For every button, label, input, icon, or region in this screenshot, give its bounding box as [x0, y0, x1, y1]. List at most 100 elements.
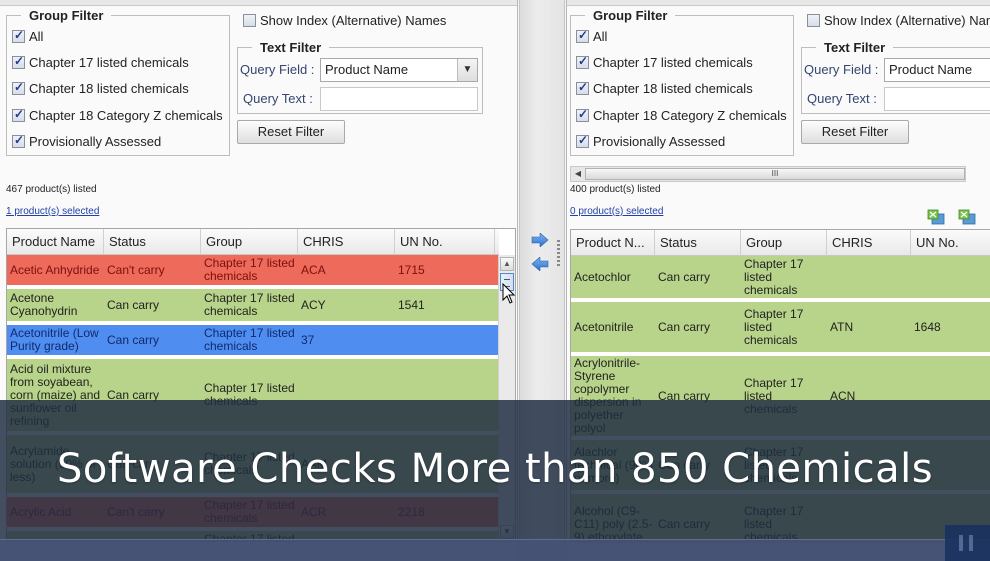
group-filter-option[interactable]: Provisionally Assessed [12, 133, 162, 149]
column-header[interactable]: Group [201, 229, 298, 255]
grid-header: Product Name Status Group CHRIS UN No. [7, 229, 499, 255]
cell-group: Chapter 17 listed chemicals [744, 257, 804, 297]
group-filter-legend: Group Filter [593, 8, 668, 23]
cell-name: Acetochlor [574, 270, 631, 284]
checkbox-box[interactable] [12, 133, 25, 148]
show-index-names-label: Show Index (Alternative) Names [824, 13, 990, 28]
products-selected-link[interactable]: 0 product(s) selected [570, 206, 663, 217]
hscroll-thumb[interactable]: III [585, 168, 965, 180]
group-filter-option-label: Chapter 18 Category Z chemicals [29, 108, 223, 123]
group-filter-option-label: Chapter 18 Category Z chemicals [593, 108, 787, 123]
checkbox-box[interactable] [12, 80, 25, 95]
checkbox-box[interactable] [12, 54, 25, 69]
group-filter-option-label: All [593, 29, 608, 44]
group-filter-option[interactable]: Chapter 18 listed chemicals [576, 80, 753, 96]
cell-status: Can't carry [107, 263, 165, 277]
cell-chris: ACA [301, 263, 326, 277]
table-row[interactable]: Acetonitrile Can carry Chapter 17 listed c… [571, 302, 990, 354]
query-field-label: Query Field : [804, 62, 879, 77]
group-filter-option[interactable]: Chapter 18 listed chemicals [12, 80, 189, 96]
excel-export-icon[interactable] [927, 209, 945, 225]
group-filter-legend: Group Filter [29, 8, 104, 23]
chevron-down-icon[interactable]: ▼ [457, 59, 477, 81]
checkbox-box[interactable] [576, 54, 589, 69]
reset-filter-button[interactable]: Reset Filter [237, 120, 345, 144]
scroll-left-button[interactable]: ◀ [572, 168, 584, 180]
query-text-input[interactable] [320, 87, 478, 111]
cell-chris: ATN [830, 320, 854, 334]
group-filter-option[interactable]: Chapter 18 Category Z chemicals [576, 107, 787, 123]
cell-name: Acetonitrile (Low Purity grade) [10, 327, 99, 353]
group-filter-option[interactable]: Chapter 17 listed chemicals [12, 54, 189, 70]
checkbox-box[interactable] [576, 107, 589, 122]
scroll-up-button[interactable]: ▲ [500, 257, 514, 271]
caption-bottom-strip [0, 539, 990, 561]
top-strip [567, 0, 990, 6]
table-row[interactable]: Acetone Cyanohydrin Can carry Chapter 17 l… [7, 289, 498, 323]
checkbox-box[interactable] [12, 107, 25, 122]
group-filter-option-label: Chapter 17 listed chemicals [593, 55, 753, 70]
cell-chris: ACY [301, 298, 326, 312]
text-filter-legend: Text Filter [824, 40, 886, 55]
splitter-grip[interactable] [557, 240, 560, 266]
arrow-left-icon[interactable] [531, 257, 549, 271]
checkbox-box[interactable] [243, 14, 256, 27]
text-filter-legend: Text Filter [260, 40, 322, 55]
query-field-select[interactable]: Product Name [884, 58, 990, 82]
table-row[interactable]: Acetic Anhydride Can't carry Chapter 17 li… [7, 255, 498, 287]
column-header[interactable]: Status [655, 230, 741, 256]
caption-title: Software Checks More than 850 Chemicals [56, 446, 934, 492]
column-header[interactable]: Product Name [7, 229, 104, 255]
table-row[interactable]: Acetochlor Can carry Chapter 17 listed che… [571, 256, 990, 300]
mouse-cursor-icon [502, 283, 516, 304]
query-field-value: Product Name [889, 62, 973, 77]
column-header[interactable]: UN No. [395, 229, 495, 255]
cell-status: Can carry [658, 320, 711, 334]
show-index-names-checkbox[interactable]: Show Index (Alternative) Names [807, 13, 990, 28]
column-header[interactable]: Product N... [571, 230, 655, 256]
products-listed-count: 400 product(s) listed [570, 184, 661, 195]
query-text-input[interactable] [884, 87, 990, 111]
reset-filter-button[interactable]: Reset Filter [801, 120, 909, 144]
table-row[interactable]: Acetonitrile (Low Purity grade) Can carry… [7, 325, 498, 357]
cell-group: Chapter 17 listed chemicals [204, 327, 295, 353]
group-filter-option[interactable]: Chapter 18 Category Z chemicals [12, 107, 223, 123]
group-filter-option[interactable]: All [576, 28, 608, 44]
query-field-select[interactable]: Product Name ▼ [320, 58, 478, 82]
group-filter-option[interactable]: Chapter 17 listed chemicals [576, 54, 753, 70]
checkbox-box[interactable] [12, 28, 25, 43]
query-text-label: Query Text : [807, 91, 877, 106]
checkbox-box[interactable] [576, 80, 589, 95]
cell-name: Acetic Anhydride [10, 263, 100, 277]
cell-un: 1648 [914, 320, 941, 334]
cell-name: Acetone Cyanohydrin [10, 292, 78, 318]
query-text-label: Query Text : [243, 91, 313, 106]
products-listed-count: 467 product(s) listed [6, 184, 97, 195]
cell-status: Can carry [107, 333, 160, 347]
cell-un: 1715 [398, 263, 425, 277]
column-header[interactable]: CHRIS [827, 230, 911, 256]
cell-status: Can carry [107, 298, 160, 312]
column-header[interactable]: CHRIS [298, 229, 395, 255]
group-filter-option[interactable]: Provisionally Assessed [576, 133, 725, 149]
checkbox-box[interactable] [576, 133, 589, 148]
arrow-right-icon[interactable] [531, 233, 549, 247]
checkbox-box[interactable] [807, 14, 820, 27]
checkbox-box[interactable] [576, 28, 589, 43]
products-selected-link[interactable]: 1 product(s) selected [6, 206, 99, 217]
horizontal-scrollbar[interactable]: ◀ III [570, 166, 966, 182]
group-filter-option-label: Chapter 18 listed chemicals [29, 81, 189, 96]
group-filter-option-label: Chapter 18 listed chemicals [593, 81, 753, 96]
excel-export-icon[interactable] [958, 209, 976, 225]
top-strip [0, 0, 517, 6]
pause-button[interactable] [945, 525, 990, 561]
column-header[interactable]: UN No. [911, 230, 990, 256]
cell-group: Chapter 17 listed chemicals [204, 257, 295, 283]
cell-name: Acetonitrile [574, 320, 634, 334]
column-header[interactable]: Status [104, 229, 201, 255]
group-filter-option[interactable]: All [12, 28, 43, 44]
group-filter-option-label: Provisionally Assessed [29, 134, 162, 149]
column-header[interactable]: Group [741, 230, 827, 256]
show-index-names-checkbox[interactable]: Show Index (Alternative) Names [243, 13, 446, 28]
group-filter-option-label: Chapter 17 listed chemicals [29, 55, 189, 70]
